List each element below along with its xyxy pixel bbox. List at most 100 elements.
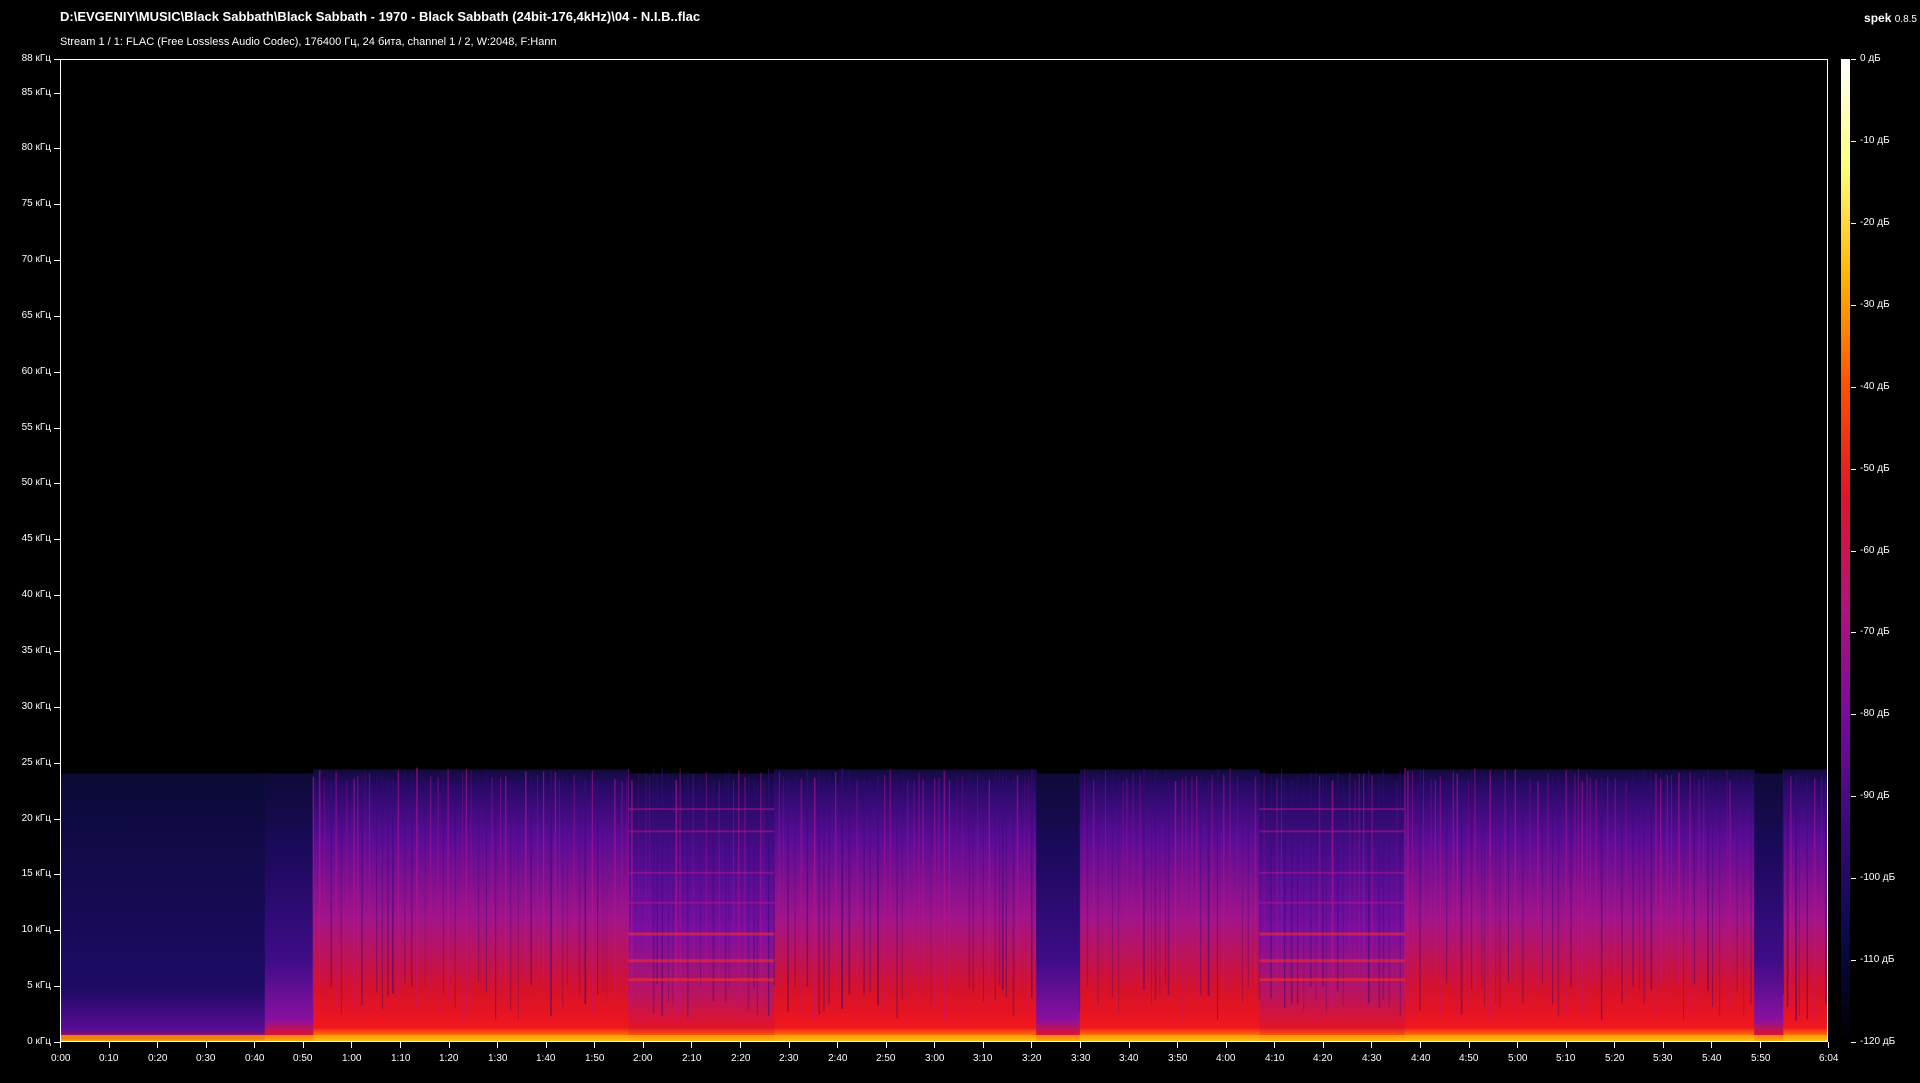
x-tick-label: 4:00 [1216, 1053, 1236, 1064]
x-tick [789, 1042, 790, 1048]
db-tick-label: -10 дБ [1860, 135, 1890, 146]
x-tick [1517, 1042, 1518, 1048]
db-tick [1851, 223, 1856, 224]
y-tick [54, 874, 60, 875]
db-color-scale [1841, 59, 1850, 1042]
x-tick [1469, 1042, 1470, 1048]
y-tick-label: 88 кГц [21, 53, 51, 64]
x-tick-label: 2:20 [731, 1053, 751, 1064]
x-tick-label: 2:10 [682, 1053, 702, 1064]
x-tick-label: 0:30 [196, 1053, 216, 1064]
app-brand: spek 0.8.5 [1864, 11, 1917, 25]
x-tick-label: 0:20 [148, 1053, 168, 1064]
x-tick [1420, 1042, 1421, 1048]
x-tick [449, 1042, 450, 1048]
db-tick-label: -70 дБ [1860, 626, 1890, 637]
db-tick-label: -60 дБ [1860, 545, 1890, 556]
x-tick-label: 0:40 [245, 1053, 265, 1064]
db-tick-label: -80 дБ [1860, 708, 1890, 719]
y-tick [54, 428, 60, 429]
x-tick-label: 5:20 [1605, 1053, 1625, 1064]
db-tick [1851, 1042, 1856, 1043]
x-tick [1226, 1042, 1227, 1048]
x-tick-label: 4:50 [1459, 1053, 1479, 1064]
x-tick-label: 5:50 [1751, 1053, 1771, 1064]
spectrogram-section [1036, 773, 1081, 1041]
x-tick-label: 0:00 [51, 1053, 71, 1064]
db-tick [1851, 714, 1856, 715]
x-tick-label: 1:30 [488, 1053, 508, 1064]
x-tick [886, 1042, 887, 1048]
x-tick-label: 2:50 [876, 1053, 896, 1064]
y-tick-label: 45 кГц [21, 533, 51, 544]
y-tick [54, 707, 60, 708]
x-tick [1371, 1042, 1372, 1048]
x-tick-label: 1:40 [536, 1053, 556, 1064]
x-tick-label: 2:30 [779, 1053, 799, 1064]
y-tick [54, 483, 60, 484]
spectrogram-section [1079, 769, 1260, 1041]
x-tick-label: 1:10 [391, 1053, 411, 1064]
db-tick [1851, 305, 1856, 306]
x-tick [351, 1042, 352, 1048]
x-tick-label: 5:30 [1653, 1053, 1673, 1064]
x-tick [1711, 1042, 1712, 1048]
x-tick-label: 3:20 [1022, 1053, 1042, 1064]
x-tick [934, 1042, 935, 1048]
db-tick [1851, 469, 1856, 470]
x-tick [400, 1042, 401, 1048]
y-tick [54, 930, 60, 931]
x-tick [254, 1042, 255, 1048]
y-tick-label: 85 кГц [21, 87, 51, 98]
y-tick [54, 93, 60, 94]
db-tick-label: -30 дБ [1860, 299, 1890, 310]
spectrogram-image [61, 767, 1827, 1041]
x-tick [1031, 1042, 1032, 1048]
db-tick-label: -90 дБ [1860, 790, 1890, 801]
db-tick [1851, 632, 1856, 633]
x-tick-label: 0:50 [293, 1053, 313, 1064]
x-tick [1129, 1042, 1130, 1048]
x-tick [1274, 1042, 1275, 1048]
x-tick [1760, 1042, 1761, 1048]
x-tick [1663, 1042, 1664, 1048]
x-tick-label: 3:40 [1119, 1053, 1139, 1064]
y-tick [54, 204, 60, 205]
x-tick [157, 1042, 158, 1048]
y-tick-label: 25 кГц [21, 757, 51, 768]
y-tick-label: 35 кГц [21, 645, 51, 656]
x-tick-label: 3:50 [1168, 1053, 1188, 1064]
x-tick-label: 6:04 [1819, 1053, 1839, 1064]
y-tick [54, 148, 60, 149]
x-tick-label: 2:40 [828, 1053, 848, 1064]
x-tick-label: 3:30 [1071, 1053, 1091, 1064]
x-tick-label: 4:10 [1265, 1053, 1285, 1064]
y-tick-label: 40 кГц [21, 589, 51, 600]
x-tick-label: 1:20 [439, 1053, 459, 1064]
spectrogram-section [61, 773, 266, 1041]
y-tick [54, 595, 60, 596]
y-tick-label: 10 кГц [21, 924, 51, 935]
y-tick [54, 260, 60, 261]
x-tick [643, 1042, 644, 1048]
db-tick-label: -50 дБ [1860, 463, 1890, 474]
spectrogram-section [1754, 773, 1784, 1041]
x-tick [594, 1042, 595, 1048]
db-tick [1851, 960, 1856, 961]
db-tick-label: 0 дБ [1860, 53, 1881, 64]
y-tick [54, 372, 60, 373]
x-tick-label: 5:10 [1556, 1053, 1576, 1064]
x-tick-label: 5:40 [1702, 1053, 1722, 1064]
x-tick [206, 1042, 207, 1048]
spectrogram-section [774, 769, 1037, 1041]
y-tick-label: 5 кГц [27, 980, 51, 991]
x-tick [691, 1042, 692, 1048]
spectrogram-plot[interactable] [60, 59, 1828, 1042]
y-tick [54, 59, 60, 60]
x-tick [983, 1042, 984, 1048]
x-tick [60, 1042, 61, 1048]
db-tick [1851, 796, 1856, 797]
file-path-title: D:\EVGENIY\MUSIC\Black Sabbath\Black Sab… [60, 9, 701, 24]
y-tick [54, 539, 60, 540]
db-tick-label: -20 дБ [1860, 217, 1890, 228]
